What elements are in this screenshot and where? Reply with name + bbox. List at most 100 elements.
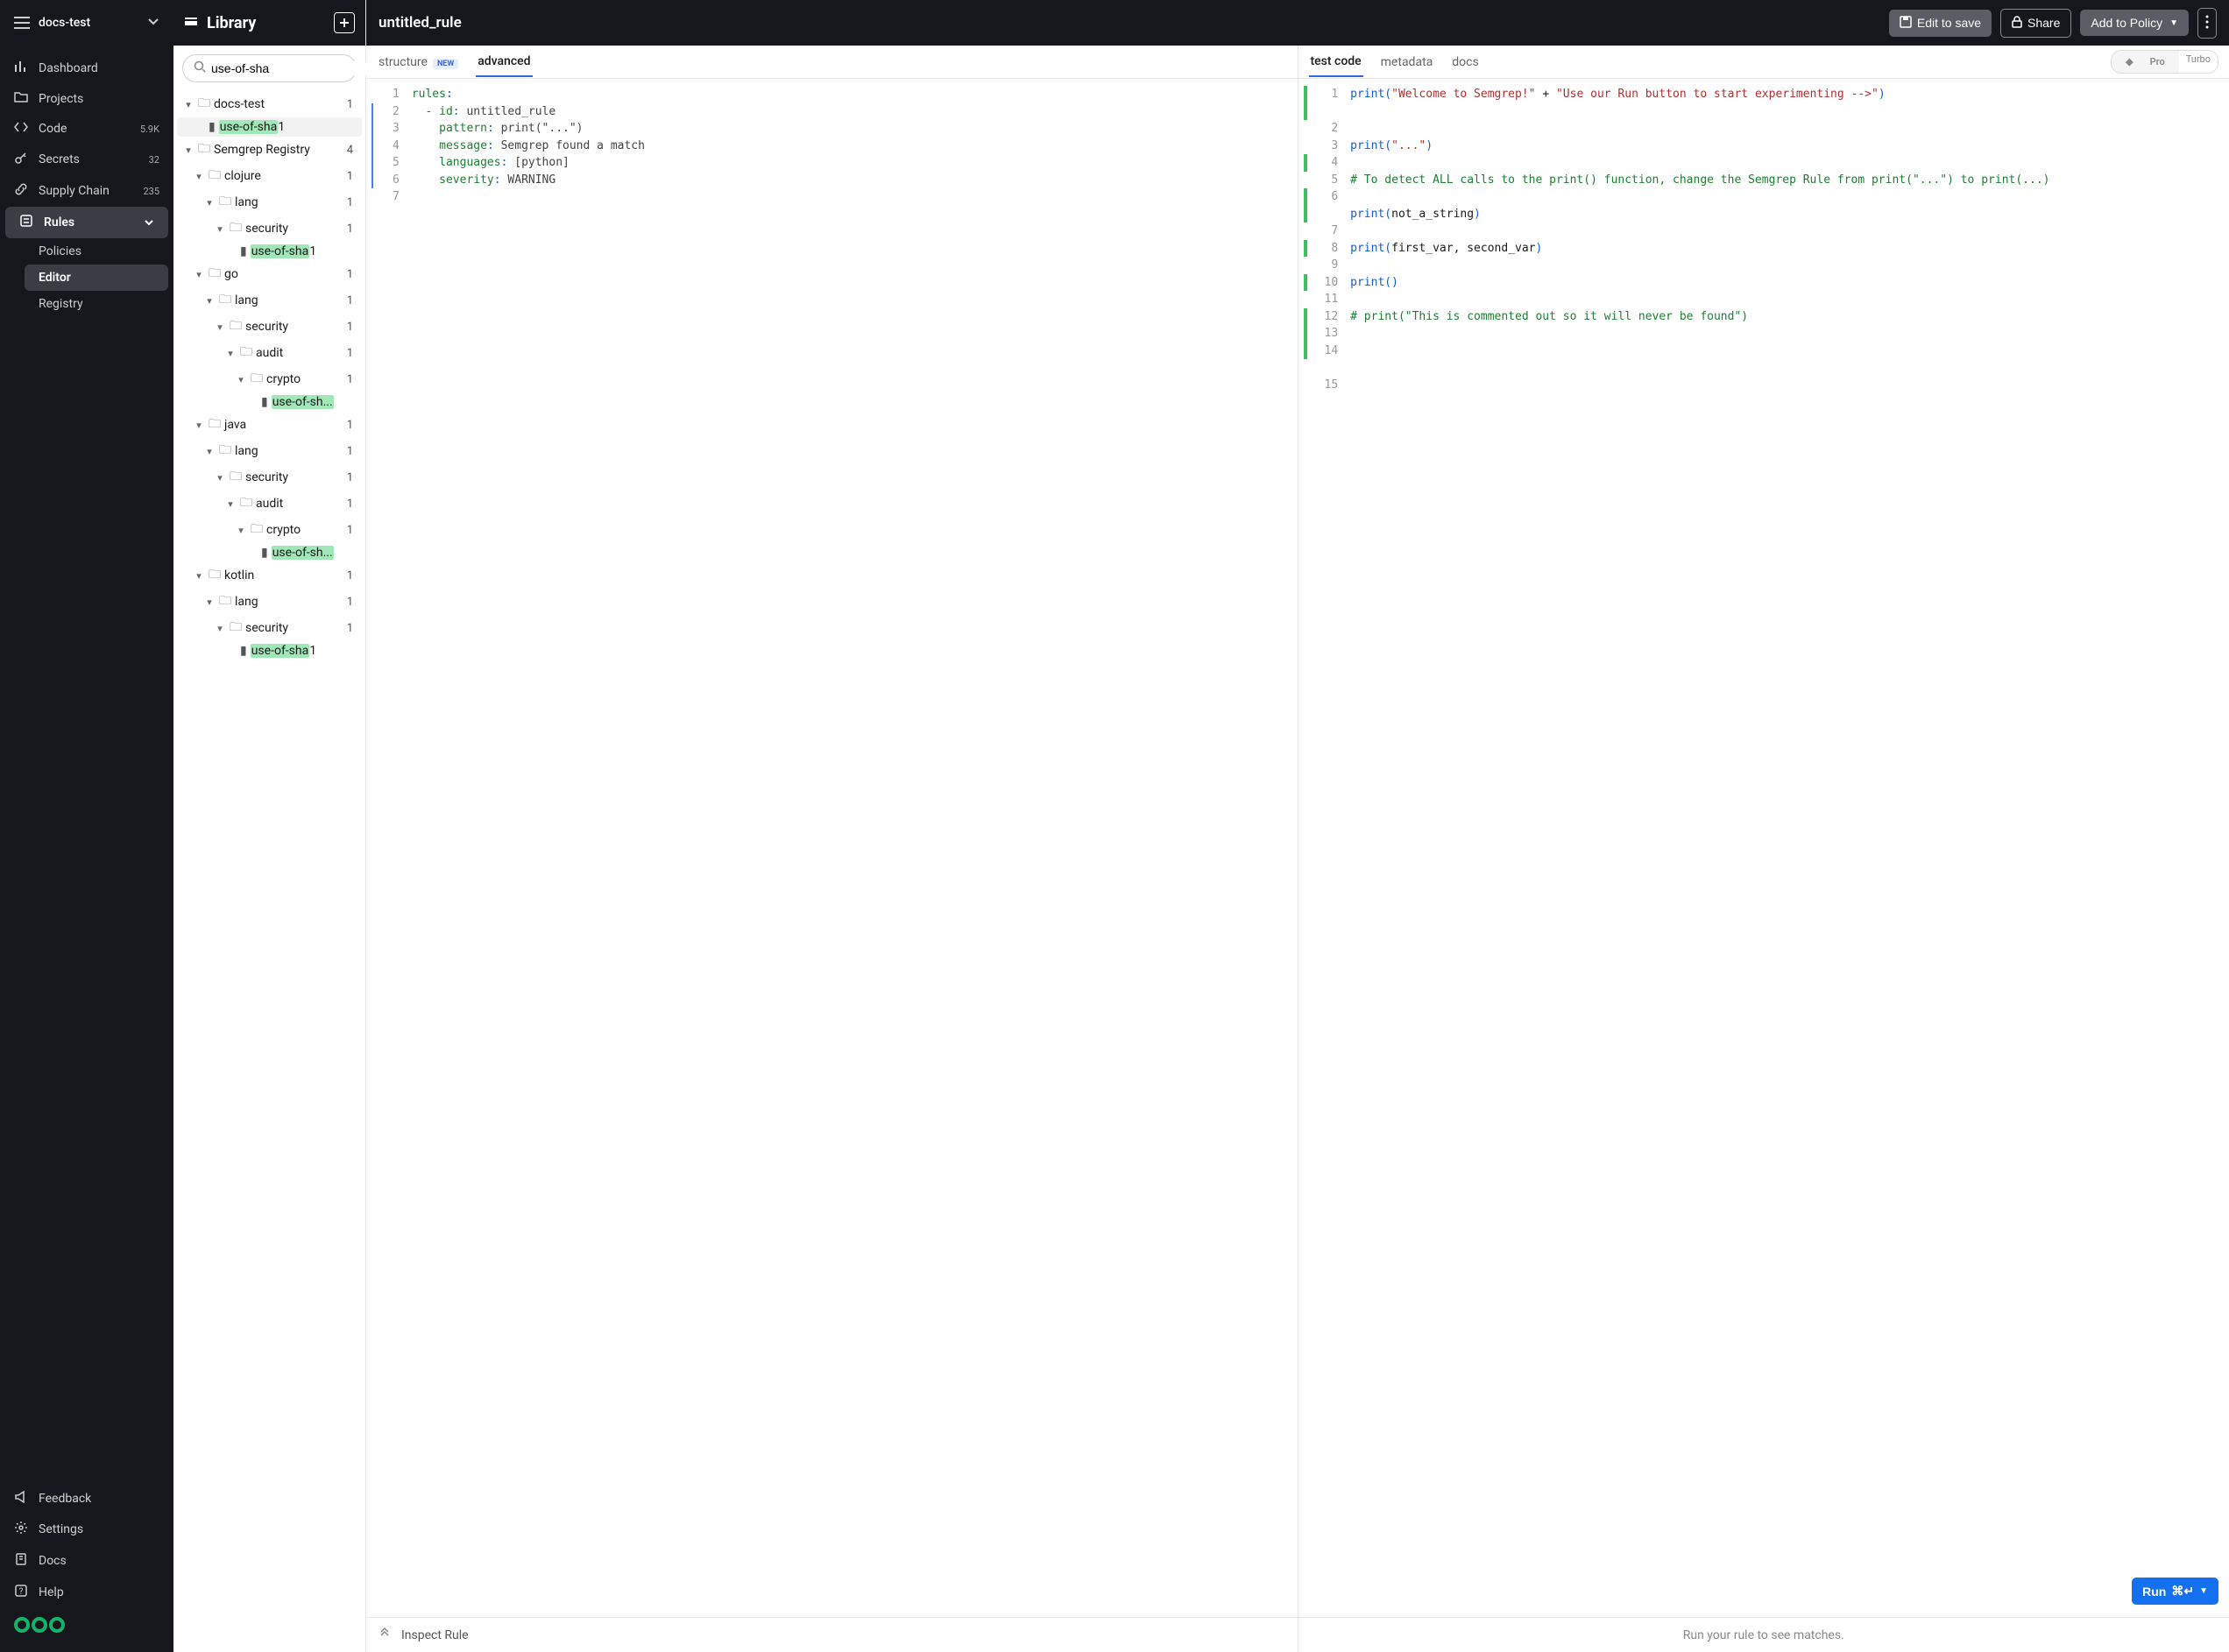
- nav-supply-chain[interactable]: Supply Chain 235: [0, 175, 173, 207]
- kebab-icon: [2205, 15, 2209, 32]
- tree-folder[interactable]: ▾🗀clojure1: [177, 163, 362, 189]
- rule-pane: structureNEW advanced 1234567 rules: - i…: [366, 46, 1298, 1652]
- search-input-wrap[interactable]: [182, 54, 357, 82]
- nav-settings[interactable]: Settings: [0, 1514, 173, 1545]
- tree-folder[interactable]: ▾🗀lang1: [177, 438, 362, 464]
- folder-icon: 🗀: [230, 218, 242, 239]
- tree-folder[interactable]: ▾🗀java1: [177, 412, 362, 438]
- nav-policies[interactable]: Policies: [25, 238, 173, 265]
- tree-folder[interactable]: ▾🗀crypto1: [177, 366, 362, 392]
- hamburger-icon: [14, 17, 30, 29]
- search-icon: [194, 60, 206, 76]
- tree-file[interactable]: ▮use-of-sha1: [177, 117, 362, 137]
- tab-structure[interactable]: structureNEW: [377, 48, 460, 76]
- library-panel: Library ▾🗀docs-test1 ▮use-of-sha1 ▾🗀Semg…: [173, 0, 366, 1652]
- tree-folder[interactable]: ▾🗀go1: [177, 261, 362, 287]
- tree-folder[interactable]: ▾🗀lang1: [177, 589, 362, 615]
- tab-docs[interactable]: docs: [1450, 48, 1480, 76]
- diamond-icon: ◆: [2119, 53, 2140, 70]
- library-icon: [184, 15, 198, 31]
- org-name: docs-test: [39, 16, 138, 30]
- test-editor[interactable]: 1 23456 7891011121314 15 print("Welcome …: [1298, 79, 2229, 1617]
- tree-folder[interactable]: ▾🗀security1: [177, 314, 362, 340]
- tab-metadata[interactable]: metadata: [1379, 48, 1435, 76]
- folder-icon: [14, 91, 28, 107]
- test-tabs: test code metadata docs ◆Pro Turbo: [1298, 46, 2229, 79]
- rule-title: untitled_rule: [379, 14, 1880, 32]
- folder-icon: 🗀: [209, 264, 221, 285]
- folder-icon: 🗀: [198, 94, 210, 115]
- nav-secrets[interactable]: Secrets 32: [0, 144, 173, 175]
- nav-help[interactable]: ? Help: [0, 1577, 173, 1608]
- folder-icon: 🗀: [251, 519, 263, 540]
- edit-to-save-button[interactable]: Edit to save: [1889, 10, 1992, 37]
- tree-folder[interactable]: ▾🗀kotlin1: [177, 562, 362, 589]
- nav-rules[interactable]: Rules: [5, 207, 168, 238]
- line-gutter: 1234567: [384, 79, 412, 1617]
- tree-folder[interactable]: ▾🗀lang1: [177, 189, 362, 215]
- nav-docs[interactable]: Docs: [0, 1545, 173, 1577]
- tree-folder[interactable]: ▾🗀audit1: [177, 340, 362, 366]
- line-gutter: 1 23456 7891011121314 15: [1316, 79, 1351, 1617]
- book-icon: [14, 1552, 28, 1570]
- run-button[interactable]: Run ⌘↵ ▼: [2132, 1578, 2218, 1605]
- rule-editor[interactable]: 1234567 rules: - id: untitled_rule patte…: [366, 79, 1298, 1617]
- folder-icon: 🗀: [209, 166, 221, 187]
- rule-code[interactable]: rules: - id: untitled_rule pattern: prin…: [412, 79, 1298, 1617]
- toggle-turbo[interactable]: Turbo: [2179, 51, 2218, 73]
- tree-folder[interactable]: ▾🗀docs-test1: [177, 91, 362, 117]
- nav-code[interactable]: Code 5.9K: [0, 114, 173, 144]
- svg-text:?: ?: [19, 1587, 24, 1597]
- help-icon: ?: [14, 1584, 28, 1601]
- nav-projects[interactable]: Projects: [0, 84, 173, 114]
- save-icon: [1900, 16, 1912, 31]
- tree-folder[interactable]: ▾🗀security1: [177, 464, 362, 491]
- tree-file[interactable]: ▮use-of-sh...: [177, 392, 362, 412]
- secrets-count: 32: [149, 154, 159, 166]
- org-switcher[interactable]: docs-test: [0, 0, 173, 46]
- file-icon: ▮: [209, 120, 216, 134]
- folder-icon: 🗀: [230, 467, 242, 488]
- test-code[interactable]: print("Welcome to Semgrep!" + "Use our R…: [1350, 79, 2229, 1617]
- file-icon: ▮: [261, 395, 268, 409]
- new-rule-button[interactable]: [334, 12, 355, 33]
- nav-editor[interactable]: Editor: [25, 265, 168, 291]
- tab-advanced[interactable]: advanced: [476, 47, 532, 77]
- nav-dashboard[interactable]: Dashboard: [0, 53, 173, 84]
- tree-folder[interactable]: ▾🗀security1: [177, 615, 362, 641]
- nav-main: Dashboard Projects Code 5.9K Secrets 32 …: [0, 46, 173, 1484]
- nav-registry[interactable]: Registry: [25, 291, 173, 317]
- main-area: untitled_rule Edit to save Share Add to …: [366, 0, 2229, 1652]
- toggle-pro[interactable]: ◆Pro: [2112, 51, 2179, 73]
- tree-file[interactable]: ▮use-of-sha1: [177, 242, 362, 261]
- folder-icon: 🗀: [230, 316, 242, 337]
- editor-header: untitled_rule Edit to save Share Add to …: [366, 0, 2229, 46]
- caret-down-icon: ▼: [2199, 1586, 2208, 1596]
- tree-folder[interactable]: ▾🗀lang1: [177, 287, 362, 314]
- tree-folder[interactable]: ▾🗀Semgrep Registry4: [177, 137, 362, 163]
- caret-down-icon: ▼: [2169, 18, 2178, 28]
- tree-file[interactable]: ▮use-of-sha1: [177, 641, 362, 660]
- engine-toggle[interactable]: ◆Pro Turbo: [2111, 50, 2218, 74]
- more-actions-button[interactable]: [2197, 8, 2217, 39]
- folder-icon: 🗀: [240, 493, 252, 514]
- tab-test-code[interactable]: test code: [1309, 47, 1363, 77]
- add-to-policy-button[interactable]: Add to Policy ▼: [2080, 10, 2189, 36]
- search-input[interactable]: [211, 61, 370, 75]
- nav-feedback[interactable]: Feedback: [0, 1484, 173, 1514]
- code-icon: [14, 121, 28, 137]
- key-icon: [14, 151, 28, 168]
- share-button[interactable]: Share: [2000, 9, 2071, 38]
- sidebar: docs-test Dashboard Projects Code 5.9K S…: [0, 0, 173, 1652]
- inspect-label: Inspect Rule: [401, 1628, 469, 1642]
- folder-icon: 🗀: [209, 414, 221, 435]
- folder-icon: 🗀: [219, 591, 231, 612]
- folder-icon: 🗀: [230, 618, 242, 639]
- tree-folder[interactable]: ▾🗀crypto1: [177, 517, 362, 543]
- folder-icon: 🗀: [219, 290, 231, 311]
- tree-folder[interactable]: ▾🗀security1: [177, 215, 362, 242]
- library-header: Library: [173, 0, 365, 46]
- tree-folder[interactable]: ▾🗀audit1: [177, 491, 362, 517]
- tree-file[interactable]: ▮use-of-sh...: [177, 543, 362, 562]
- inspect-bar[interactable]: Inspect Rule: [366, 1617, 1298, 1652]
